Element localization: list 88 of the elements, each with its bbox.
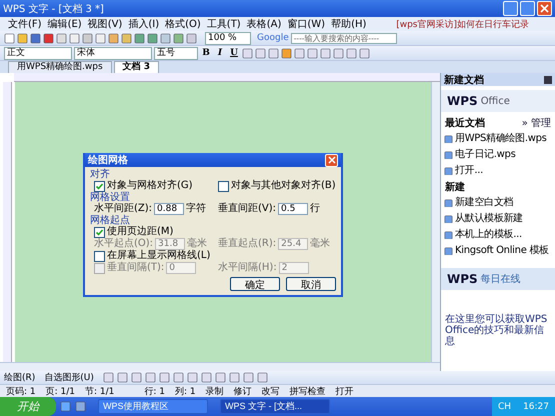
logo-subtitle: Office <box>480 96 510 106</box>
status-item: 录制 <box>206 386 224 398</box>
pane-link[interactable]: 从默认模板新建 <box>455 211 523 225</box>
close-button[interactable] <box>537 1 552 16</box>
status-item: 修订 <box>234 386 252 398</box>
checkbox[interactable] <box>94 250 105 262</box>
status-item: 页: 1/1 <box>46 386 76 398</box>
group-label: 网格设置 <box>90 192 131 203</box>
checkbox[interactable] <box>94 226 105 238</box>
field-label: 垂直起点(R): <box>218 238 276 250</box>
pane-link[interactable]: 打开... <box>455 163 484 177</box>
status-item: 列: 1 <box>175 386 196 398</box>
dialog-title: 绘图网格 <box>88 154 128 167</box>
checkbox-label: 使用页边距(M) <box>107 226 174 238</box>
clock: 16:27 <box>523 402 549 412</box>
search-brand[interactable]: Google <box>257 33 289 43</box>
promo-link[interactable]: [wps官网采访]如何在日行车记录 <box>396 18 549 30</box>
menu-item[interactable]: 格式(O) <box>163 17 203 31</box>
window-title: WPS 文字 - [文档 3 *] <box>3 2 104 16</box>
status-item: 改写 <box>262 386 280 398</box>
field-label: 水平间隔(H): <box>218 262 277 274</box>
document-tab[interactable]: 文档 3 <box>114 61 160 73</box>
zoom-dropdown[interactable]: 100 % <box>205 32 251 44</box>
menu-item[interactable]: 文件(F) <box>6 17 44 31</box>
minimize-button[interactable] <box>503 1 518 16</box>
field-label: 水平间距(Z): <box>94 203 152 214</box>
close-button[interactable] <box>325 154 338 166</box>
pane-link[interactable]: 用WPS精确绘图.wps <box>455 131 547 145</box>
manage-link[interactable]: » 管理 <box>522 116 551 130</box>
status-item: 打开 <box>336 386 354 398</box>
autoshape-menu[interactable]: 自选图形(U) <box>44 371 94 384</box>
font-dropdown[interactable]: 宋体 <box>74 46 152 60</box>
pane-link[interactable]: 电子日记.wps <box>455 147 516 161</box>
group-label: 对齐 <box>90 169 110 180</box>
menu-item[interactable]: 窗口(W) <box>285 17 328 31</box>
spin-field[interactable]: 0.88 <box>154 203 184 215</box>
menu-item[interactable]: 表格(A) <box>244 17 284 31</box>
format-button[interactable]: U <box>228 47 240 59</box>
section-heading: 新建 <box>444 180 466 194</box>
font-size-dropdown[interactable]: 五号 <box>154 46 198 60</box>
status-item: 节: 1/1 <box>85 386 114 398</box>
status-item: 行: 1 <box>144 386 166 398</box>
logo-subtitle: 每日在线 <box>480 272 521 286</box>
unit-label: 毫米 <box>310 238 330 250</box>
info-text: 在这里您可以获取WPS Office的技巧和最新信息 <box>444 312 548 347</box>
menu-item[interactable]: 帮助(H) <box>329 17 368 31</box>
checkbox[interactable] <box>94 180 105 192</box>
menu-item[interactable]: 视图(V) <box>86 17 124 31</box>
maximize-button[interactable] <box>520 1 535 16</box>
dialog-button[interactable]: 取消 <box>286 277 336 291</box>
pane-title: 新建文档 <box>444 73 484 86</box>
checkbox[interactable] <box>218 180 229 192</box>
field-label: 水平起点(O): <box>94 238 154 250</box>
style-dropdown[interactable]: 正文 <box>4 46 72 60</box>
status-item: 拼写检查 <box>290 386 326 398</box>
logo-text: WPS <box>447 94 478 108</box>
horizontal-scrollbar[interactable] <box>0 362 440 371</box>
field-label: 垂直间隔(T): <box>107 262 164 274</box>
close-button[interactable] <box>544 76 552 84</box>
checkbox-label: 对象与其他对象对齐(B) <box>231 180 336 192</box>
checkbox-label: 对象与网格对齐(G) <box>107 180 193 192</box>
checkbox-label: 在屏幕上显示网格线(L) <box>107 250 210 262</box>
pane-link[interactable]: 新建空白文档 <box>455 195 514 209</box>
close-icon <box>328 156 336 164</box>
dialog-button[interactable]: 确定 <box>230 277 280 291</box>
logo-text: WPS <box>447 272 478 286</box>
unit-label: 行 <box>310 203 320 215</box>
document-tab[interactable]: 用WPS精确绘图.wps <box>8 61 112 73</box>
taskbar-button[interactable]: WPS 文字 - [文档... <box>220 399 330 414</box>
draw-menu[interactable]: 绘图(R) <box>4 371 36 384</box>
vertical-scrollbar[interactable] <box>431 82 440 362</box>
close-icon <box>540 4 549 13</box>
unit-label: 字符 <box>186 203 206 215</box>
pane-link[interactable]: Kingsoft Online 模板 <box>455 243 549 257</box>
menu-item[interactable]: 编辑(E) <box>46 17 84 31</box>
spin-field[interactable]: 0.5 <box>278 203 308 215</box>
unit-label: 毫米 <box>187 238 208 250</box>
pane-link[interactable]: 本机上的模板... <box>455 227 522 241</box>
status-item: 页码: 1 <box>6 386 36 398</box>
search-field[interactable]: ----输入要搜索的内容---- <box>290 32 397 44</box>
menu-item[interactable]: 工具(T) <box>204 17 243 31</box>
format-button[interactable]: B <box>200 47 212 59</box>
menu-item[interactable]: 插入(I) <box>126 17 162 31</box>
group-label: 网格起点 <box>90 215 131 226</box>
format-button[interactable]: I <box>214 47 226 59</box>
field-label: 垂直间距(V): <box>218 203 276 215</box>
section-heading: 最近文档 <box>445 116 485 130</box>
taskbar-button[interactable]: WPS使用教程区 <box>98 399 208 414</box>
